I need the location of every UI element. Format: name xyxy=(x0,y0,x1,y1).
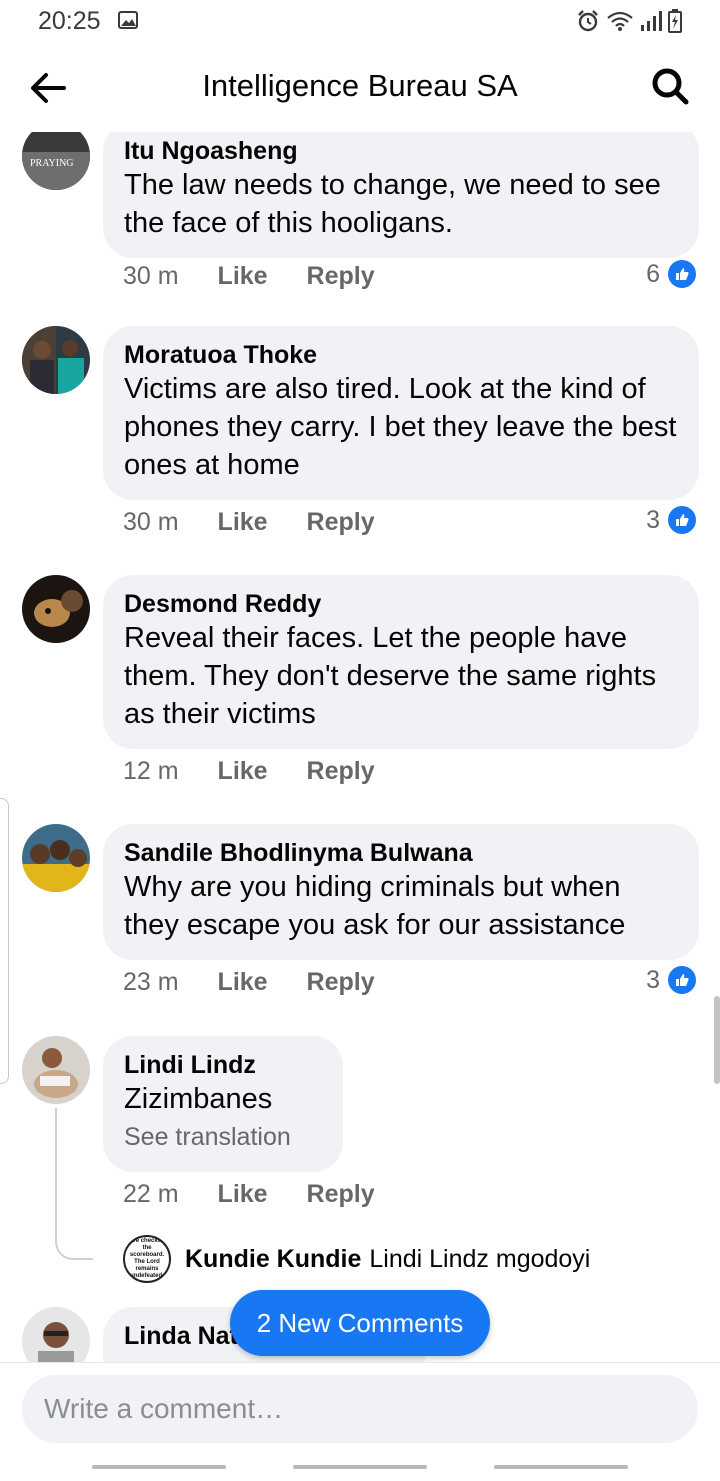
reply-button[interactable]: Reply xyxy=(307,508,375,536)
avatar-image xyxy=(22,1307,90,1362)
comment-author[interactable]: Desmond Reddy xyxy=(124,589,678,619)
reaction-number: 6 xyxy=(646,259,660,288)
avatar-image xyxy=(22,824,90,892)
avatar-image xyxy=(22,575,90,643)
battery-icon xyxy=(668,9,682,33)
comment-actions: 12 m Like Reply xyxy=(123,757,407,786)
comments-list[interactable]: PRAYING Itu Ngoasheng The law needs to c… xyxy=(0,132,720,1362)
nav-recents-button[interactable] xyxy=(92,1465,226,1469)
avatar[interactable] xyxy=(22,575,90,643)
comment-text: Reveal their faces. Let the people have … xyxy=(124,622,657,730)
see-translation-link[interactable]: See translation xyxy=(124,1118,322,1156)
thumbs-up-icon xyxy=(666,504,698,536)
comment-author[interactable]: Lindi Lindz xyxy=(124,1050,322,1080)
reply-button[interactable]: Reply xyxy=(307,968,375,996)
thumbs-up-icon xyxy=(666,258,698,290)
search-icon xyxy=(652,68,689,105)
page-title: Intelligence Bureau SA xyxy=(202,68,518,103)
comment-time[interactable]: 12 m xyxy=(123,757,179,785)
reply-button[interactable]: Reply xyxy=(307,262,375,290)
reply-author[interactable]: Kundie Kundie xyxy=(185,1245,361,1274)
photo-icon xyxy=(118,11,138,29)
status-time: 20:25 xyxy=(38,7,101,35)
avatar-image xyxy=(22,1036,90,1104)
search-button[interactable] xyxy=(650,66,690,106)
comment-bubble[interactable]: Moratuoa Thoke Victims are also tired. L… xyxy=(103,326,699,500)
comment-time[interactable]: 30 m xyxy=(123,508,179,536)
reply-button[interactable]: Reply xyxy=(307,757,375,785)
reply-thread-line xyxy=(55,1108,93,1260)
alarm-icon xyxy=(578,10,598,32)
comment-bubble[interactable]: Itu Ngoasheng The law needs to change, w… xyxy=(103,132,699,258)
new-comments-button[interactable]: 2 New Comments xyxy=(230,1290,490,1356)
comment-text: Victims are also tired. Look at the kind… xyxy=(124,373,677,481)
reaction-count[interactable]: 6 xyxy=(646,258,698,290)
avatar[interactable] xyxy=(22,1307,90,1362)
signal-icon xyxy=(641,11,662,31)
avatar-image: PRAYING xyxy=(22,132,90,190)
comment-author[interactable]: Itu Ngoasheng xyxy=(124,136,678,166)
like-button[interactable]: Like xyxy=(218,757,268,785)
status-icons xyxy=(576,9,682,33)
comment-text: Zizimbanes xyxy=(124,1083,273,1115)
reply-text: Lindi Lindz mgodoyi xyxy=(369,1244,591,1273)
comment-composer xyxy=(0,1362,720,1481)
scrollbar-thumb[interactable] xyxy=(714,996,720,1084)
reaction-number: 3 xyxy=(646,965,660,994)
edge-panel-handle[interactable] xyxy=(0,798,9,1084)
nav-home-button[interactable] xyxy=(293,1465,427,1469)
reply-avatar-text: I've checked the scoreboard. The Lord re… xyxy=(129,1238,165,1279)
comment-text: Why are you hiding criminals but when th… xyxy=(124,871,626,941)
thumbs-up-icon xyxy=(666,964,698,996)
like-button[interactable]: Like xyxy=(218,508,268,536)
nav-back-button[interactable] xyxy=(494,1465,628,1469)
comment-bubble[interactable]: Sandile Bhodlinyma Bulwana Why are you h… xyxy=(103,824,699,960)
comment-bubble[interactable]: Lindi Lindz Zizimbanes See translation xyxy=(103,1036,343,1172)
comment-actions: 22 m Like Reply xyxy=(123,1180,407,1209)
comment-actions: 23 m Like Reply xyxy=(123,968,407,997)
reply-avatar[interactable]: I've checked the scoreboard. The Lord re… xyxy=(123,1235,171,1283)
like-button[interactable]: Like xyxy=(218,1180,268,1208)
comment-author[interactable]: Moratuoa Thoke xyxy=(124,340,678,370)
avatar[interactable] xyxy=(22,824,90,892)
svg-text:PRAYING: PRAYING xyxy=(30,158,74,169)
like-button[interactable]: Like xyxy=(218,968,268,996)
comment-text: The law needs to change, we need to see … xyxy=(124,169,661,239)
comment-time[interactable]: 22 m xyxy=(123,1180,179,1208)
avatar[interactable] xyxy=(22,1036,90,1104)
reply-preview[interactable]: I've checked the scoreboard. The Lord re… xyxy=(123,1235,590,1283)
reaction-number: 3 xyxy=(646,505,660,534)
wifi-icon xyxy=(607,11,633,31)
status-bar: 20:25 xyxy=(0,0,720,44)
comment-author[interactable]: Sandile Bhodlinyma Bulwana xyxy=(124,838,678,868)
comment-bubble[interactable]: Desmond Reddy Reveal their faces. Let th… xyxy=(103,575,699,749)
reaction-count[interactable]: 3 xyxy=(646,504,698,536)
app-header: Intelligence Bureau SA xyxy=(0,44,720,132)
comment-input[interactable] xyxy=(22,1375,698,1443)
avatar[interactable] xyxy=(22,326,90,394)
comment-actions: 30 m Like Reply xyxy=(123,262,407,291)
reaction-count[interactable]: 3 xyxy=(646,964,698,996)
like-button[interactable]: Like xyxy=(218,262,268,290)
avatar-image xyxy=(22,326,90,394)
avatar[interactable]: PRAYING xyxy=(22,132,90,190)
comment-actions: 30 m Like Reply xyxy=(123,508,407,537)
comment-time[interactable]: 23 m xyxy=(123,968,179,996)
reply-button[interactable]: Reply xyxy=(307,1180,375,1208)
comment-time[interactable]: 30 m xyxy=(123,262,179,290)
